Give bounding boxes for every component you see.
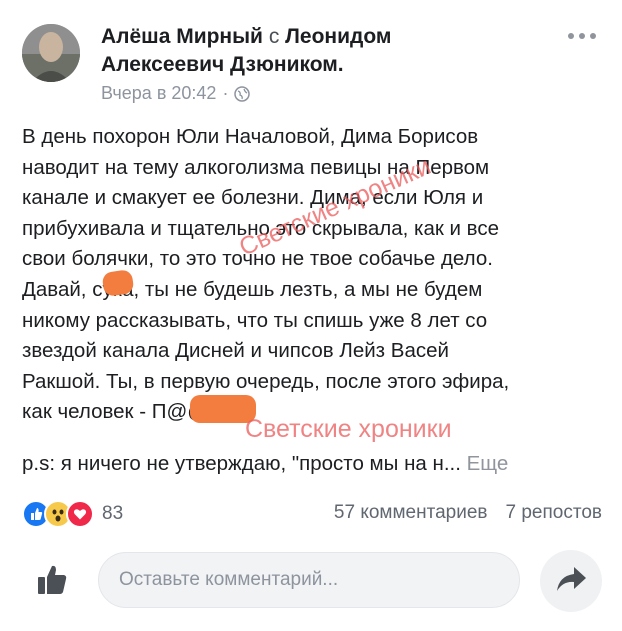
love-icon: [66, 500, 94, 528]
reaction-count: 83: [102, 503, 124, 524]
post-text-line: В день похорон Юли Началовой, Дима Борис…: [22, 125, 479, 148]
timestamp[interactable]: Вчера в 20:42: [101, 83, 216, 104]
globe-icon[interactable]: [234, 85, 251, 102]
post-author-line: Алёша Мирный с Леонидом Алексеевич Дзюни…: [101, 23, 501, 79]
post-stats: 57 комментариев 7 репостов: [334, 502, 602, 524]
with-word: с: [268, 25, 280, 48]
comments-count[interactable]: 57 комментариев: [334, 502, 488, 524]
shares-count[interactable]: 7 репостов: [506, 502, 602, 524]
watermark: Светские хроники: [245, 415, 452, 443]
reactions-summary[interactable]: 83: [22, 500, 123, 528]
comment-placeholder: Оставьте комментарий...: [119, 569, 339, 590]
post-text-line: свои болячки, то это точно не твое собач…: [22, 247, 493, 271]
share-arrow-icon: [555, 565, 587, 598]
post-text-line: никому рассказывать, что ты спишь уже 8 …: [22, 308, 488, 332]
avatar[interactable]: [22, 24, 80, 82]
post-text-line: наводит на тему алкоголизма певицы на Пе…: [22, 155, 490, 179]
post-text-line: звездой канала Дисней и чипсов Лейз Васе…: [22, 339, 449, 363]
post-text-line: Ракшой. Ты, в первую очередь, после этог…: [22, 369, 510, 393]
post-ps: p.s: я ничего не утверждаю, "просто мы н…: [22, 450, 612, 478]
comment-input[interactable]: Оставьте комментарий...: [98, 552, 520, 608]
more-horizontal-icon[interactable]: [568, 30, 602, 42]
like-button[interactable]: [22, 552, 82, 612]
author-name[interactable]: Алёша Мирный: [101, 25, 263, 48]
tagged-name-line2[interactable]: Алексеевич Дзюником.: [101, 53, 344, 76]
facebook-post: Алёша Мирный с Леонидом Алексеевич Дзюни…: [0, 0, 622, 631]
share-button[interactable]: [540, 550, 602, 612]
ps-text: p.s: я ничего не утверждаю, "просто мы н…: [22, 452, 461, 475]
tagged-name[interactable]: Леонидом: [285, 25, 391, 48]
see-more-link[interactable]: Еще: [467, 452, 509, 475]
meta-separator: ·: [222, 83, 229, 103]
post-meta: Вчера в 20:42 ·: [101, 83, 251, 104]
thumbs-up-icon: [34, 562, 70, 603]
